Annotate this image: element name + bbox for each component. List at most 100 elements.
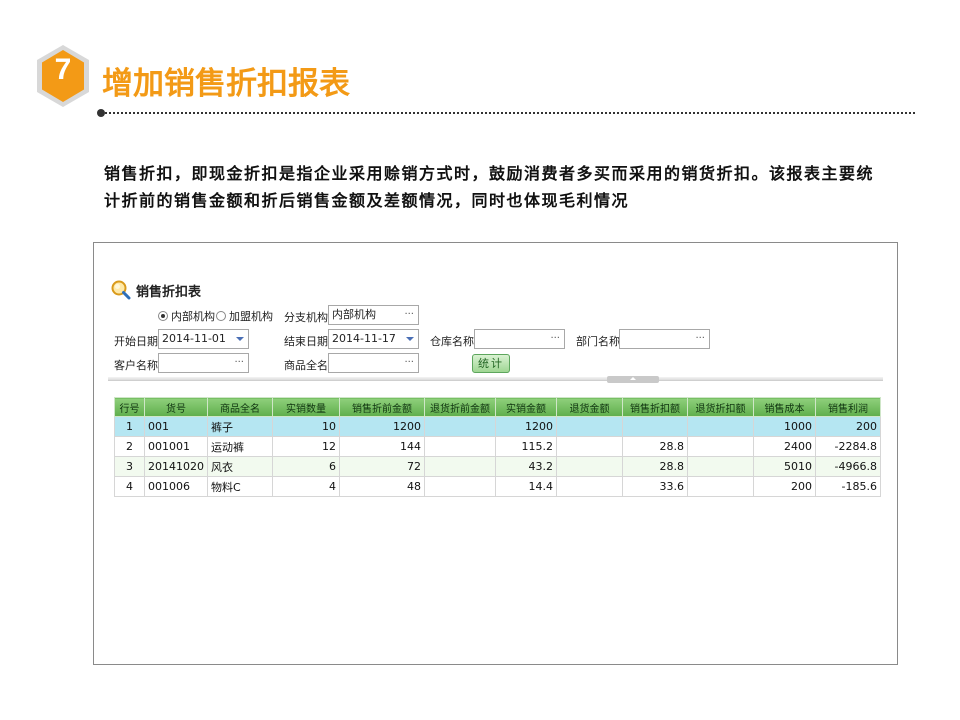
column-header[interactable]: 退货折前金额 <box>424 397 496 417</box>
dotted-divider <box>101 112 915 114</box>
branch-label: 分支机构 <box>284 311 328 324</box>
ellipsis-icon[interactable]: ··· <box>695 330 705 348</box>
column-header[interactable]: 销售折前金额 <box>339 397 425 417</box>
table-cell <box>687 436 754 457</box>
radio-franchise[interactable]: 加盟机构 <box>216 308 273 324</box>
radio-internal[interactable]: 内部机构 <box>158 308 215 324</box>
table-cell <box>424 416 496 437</box>
product-field[interactable]: ··· <box>328 353 419 373</box>
slide-title: 增加销售折扣报表 <box>102 66 350 102</box>
report-window: 销售折扣表 内部机构 加盟机构 分支机构 内部机构 ··· 开始日期 2014-… <box>93 242 898 665</box>
slide: 7 增加销售折扣报表 销售折扣，即现金折扣是指企业采用赊销方式时，鼓励消费者多买… <box>0 0 960 720</box>
table-cell: 144 <box>339 436 425 457</box>
table-cell: 28.8 <box>622 436 688 457</box>
splitter-handle[interactable] <box>607 376 659 383</box>
table-cell: 72 <box>339 456 425 477</box>
end-date-label: 结束日期 <box>284 335 328 348</box>
table-header: 行号 货号 商品全名 实销数量 销售折前金额 退货折前金额 实销金额 退货金额 销售折扣额 退货折… <box>114 397 881 417</box>
radio-internal-label: 内部机构 <box>171 310 215 323</box>
table-cell <box>424 456 496 477</box>
branch-field[interactable]: 内部机构 ··· <box>328 305 419 325</box>
table-cell: 2400 <box>753 436 816 457</box>
table-cell: 33.6 <box>622 476 688 497</box>
table-cell <box>622 416 688 437</box>
table-cell: 115.2 <box>495 436 557 457</box>
table-cell: 4 <box>272 476 340 497</box>
slide-description: 销售折扣，即现金折扣是指企业采用赊销方式时，鼓励消费者多买而采用的销货折扣。该报… <box>104 164 875 210</box>
table-row[interactable]: 1 001 裤子 10 1200 1200 1000 200 <box>114 416 881 437</box>
table-cell <box>687 456 754 477</box>
product-label: 商品全名 <box>284 359 328 372</box>
table-cell: 48 <box>339 476 425 497</box>
table-row[interactable]: 3 20141020 风衣 6 72 43.2 28.8 5010 -4966.8 <box>114 456 881 477</box>
table-cell: 1200 <box>339 416 425 437</box>
ellipsis-icon[interactable]: ··· <box>234 354 244 372</box>
report-header: 销售折扣表 <box>110 279 201 301</box>
table-cell <box>556 416 623 437</box>
step-number: 7 <box>54 53 72 86</box>
step-badge: 7 <box>34 43 92 109</box>
end-date-value: 2014-11-17 <box>332 332 396 345</box>
table-cell: 4 <box>114 476 145 497</box>
table-cell: 10 <box>272 416 340 437</box>
warehouse-label: 仓库名称 <box>430 335 474 348</box>
column-header[interactable]: 退货折扣额 <box>687 397 754 417</box>
start-date-value: 2014-11-01 <box>162 332 226 345</box>
table-cell: 裤子 <box>207 416 273 437</box>
table-row[interactable]: 4 001006 物料C 4 48 14.4 33.6 200 -185.6 <box>114 476 881 497</box>
column-header[interactable]: 销售利润 <box>815 397 881 417</box>
chevron-down-icon[interactable] <box>406 337 414 341</box>
table-cell: 运动裤 <box>207 436 273 457</box>
table-cell: 001001 <box>144 436 208 457</box>
table-cell <box>556 436 623 457</box>
start-date-label: 开始日期 <box>114 335 158 348</box>
table-cell: 6 <box>272 456 340 477</box>
magnifier-icon <box>111 280 131 300</box>
table-cell: 43.2 <box>495 456 557 477</box>
table-cell: 5010 <box>753 456 816 477</box>
end-date-field[interactable]: 2014-11-17 <box>328 329 419 349</box>
table-cell <box>556 456 623 477</box>
customer-label: 客户名称 <box>114 359 158 372</box>
splitter-bar[interactable] <box>108 377 883 381</box>
table-cell: 001 <box>144 416 208 437</box>
column-header[interactable]: 货号 <box>144 397 208 417</box>
stat-button[interactable]: 统计 <box>472 354 510 373</box>
column-header[interactable]: 销售成本 <box>753 397 816 417</box>
dept-label: 部门名称 <box>576 335 620 348</box>
start-date-field[interactable]: 2014-11-01 <box>158 329 249 349</box>
column-header[interactable]: 实销数量 <box>272 397 340 417</box>
radio-internal-dot[interactable] <box>158 311 168 321</box>
ellipsis-icon[interactable]: ··· <box>404 354 414 372</box>
table-cell: 12 <box>272 436 340 457</box>
warehouse-field[interactable]: ··· <box>474 329 565 349</box>
ellipsis-icon[interactable]: ··· <box>404 306 414 324</box>
column-header[interactable]: 销售折扣额 <box>622 397 688 417</box>
table-cell <box>424 436 496 457</box>
radio-franchise-label: 加盟机构 <box>229 310 273 323</box>
table-row[interactable]: 2 001001 运动裤 12 144 115.2 28.8 2400 -2284.8 <box>114 436 881 457</box>
report-table: 行号 货号 商品全名 实销数量 销售折前金额 退货折前金额 实销金额 退货金额 销售折扣额 退货折… <box>114 397 881 497</box>
table-cell <box>687 476 754 497</box>
table-cell: 风衣 <box>207 456 273 477</box>
dept-field[interactable]: ··· <box>619 329 710 349</box>
column-header[interactable]: 实销金额 <box>495 397 557 417</box>
ellipsis-icon[interactable]: ··· <box>550 330 560 348</box>
branch-value: 内部机构 <box>332 308 376 321</box>
table-cell: 20141020 <box>144 456 208 477</box>
table-cell <box>556 476 623 497</box>
table-cell: 物料C <box>207 476 273 497</box>
table-cell: 200 <box>815 416 881 437</box>
column-header[interactable]: 商品全名 <box>207 397 273 417</box>
customer-field[interactable]: ··· <box>158 353 249 373</box>
radio-franchise-dot[interactable] <box>216 311 226 321</box>
table-cell: 200 <box>753 476 816 497</box>
table-body: 1 001 裤子 10 1200 1200 1000 200 2 001001 运动裤 12 144 11… <box>114 416 881 497</box>
chevron-down-icon[interactable] <box>236 337 244 341</box>
column-header[interactable]: 行号 <box>114 397 145 417</box>
column-header[interactable]: 退货金额 <box>556 397 623 417</box>
table-cell: 3 <box>114 456 145 477</box>
table-cell: 001006 <box>144 476 208 497</box>
table-cell <box>424 476 496 497</box>
table-cell <box>687 416 754 437</box>
